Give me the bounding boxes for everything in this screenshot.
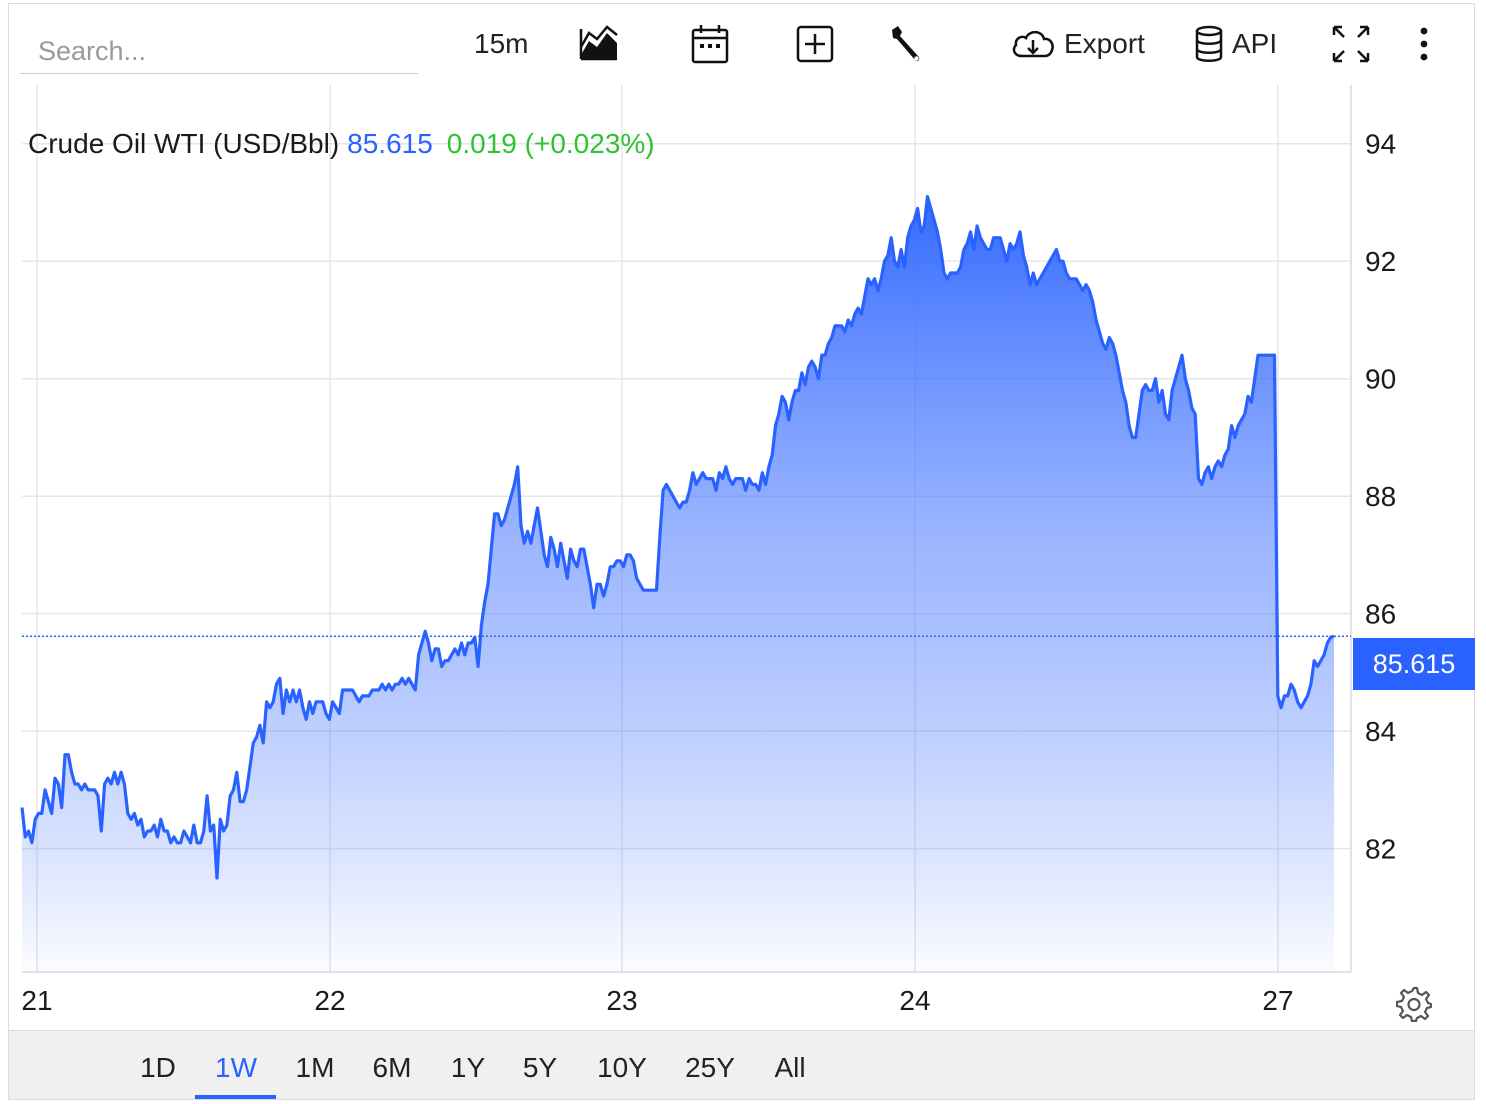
current-price: 85.615 — [347, 128, 433, 159]
x-axis: 21 22 23 24 27 — [21, 985, 1293, 1016]
price-chart: 82 84 86 88 90 92 94 21 22 23 24 27 — [20, 85, 1396, 1016]
y-tick-label: 94 — [1365, 129, 1396, 160]
range-button-6m[interactable]: 6M — [362, 1052, 422, 1084]
y-tick-label: 88 — [1365, 481, 1396, 512]
y-tick-label: 90 — [1365, 364, 1396, 395]
x-tick-label: 23 — [606, 985, 637, 1016]
instrument-name: Crude Oil WTI (USD/Bbl) — [28, 128, 340, 159]
price-change: 0.019 (+0.023%) — [446, 128, 655, 159]
gear-icon — [1395, 986, 1433, 1023]
y-tick-label: 92 — [1365, 246, 1396, 277]
range-button-1w[interactable]: 1W — [206, 1052, 266, 1084]
range-button-5y[interactable]: 5Y — [510, 1052, 570, 1084]
x-tick-label: 24 — [899, 985, 930, 1016]
range-button-1m[interactable]: 1M — [285, 1052, 345, 1084]
range-button-10y[interactable]: 10Y — [592, 1052, 652, 1084]
x-tick-label: 22 — [314, 985, 345, 1016]
x-tick-label: 27 — [1262, 985, 1293, 1016]
range-button-1d[interactable]: 1D — [128, 1052, 188, 1084]
chart-header: Crude Oil WTI (USD/Bbl) 85.615 0.019 (+0.0… — [28, 128, 655, 160]
range-button-1y[interactable]: 1Y — [438, 1052, 498, 1084]
y-tick-label: 86 — [1365, 599, 1396, 630]
last-price-tag: 85.615 — [1353, 638, 1475, 690]
x-tick-label: 21 — [21, 985, 52, 1016]
y-axis: 82 84 86 88 90 92 94 — [1365, 129, 1396, 865]
range-button-all[interactable]: All — [760, 1052, 820, 1084]
range-button-25y[interactable]: 25Y — [680, 1052, 740, 1084]
y-tick-label: 84 — [1365, 716, 1396, 747]
active-range-indicator — [195, 1095, 276, 1099]
y-tick-label: 82 — [1365, 834, 1396, 865]
chart-settings-button[interactable] — [1395, 986, 1433, 1027]
